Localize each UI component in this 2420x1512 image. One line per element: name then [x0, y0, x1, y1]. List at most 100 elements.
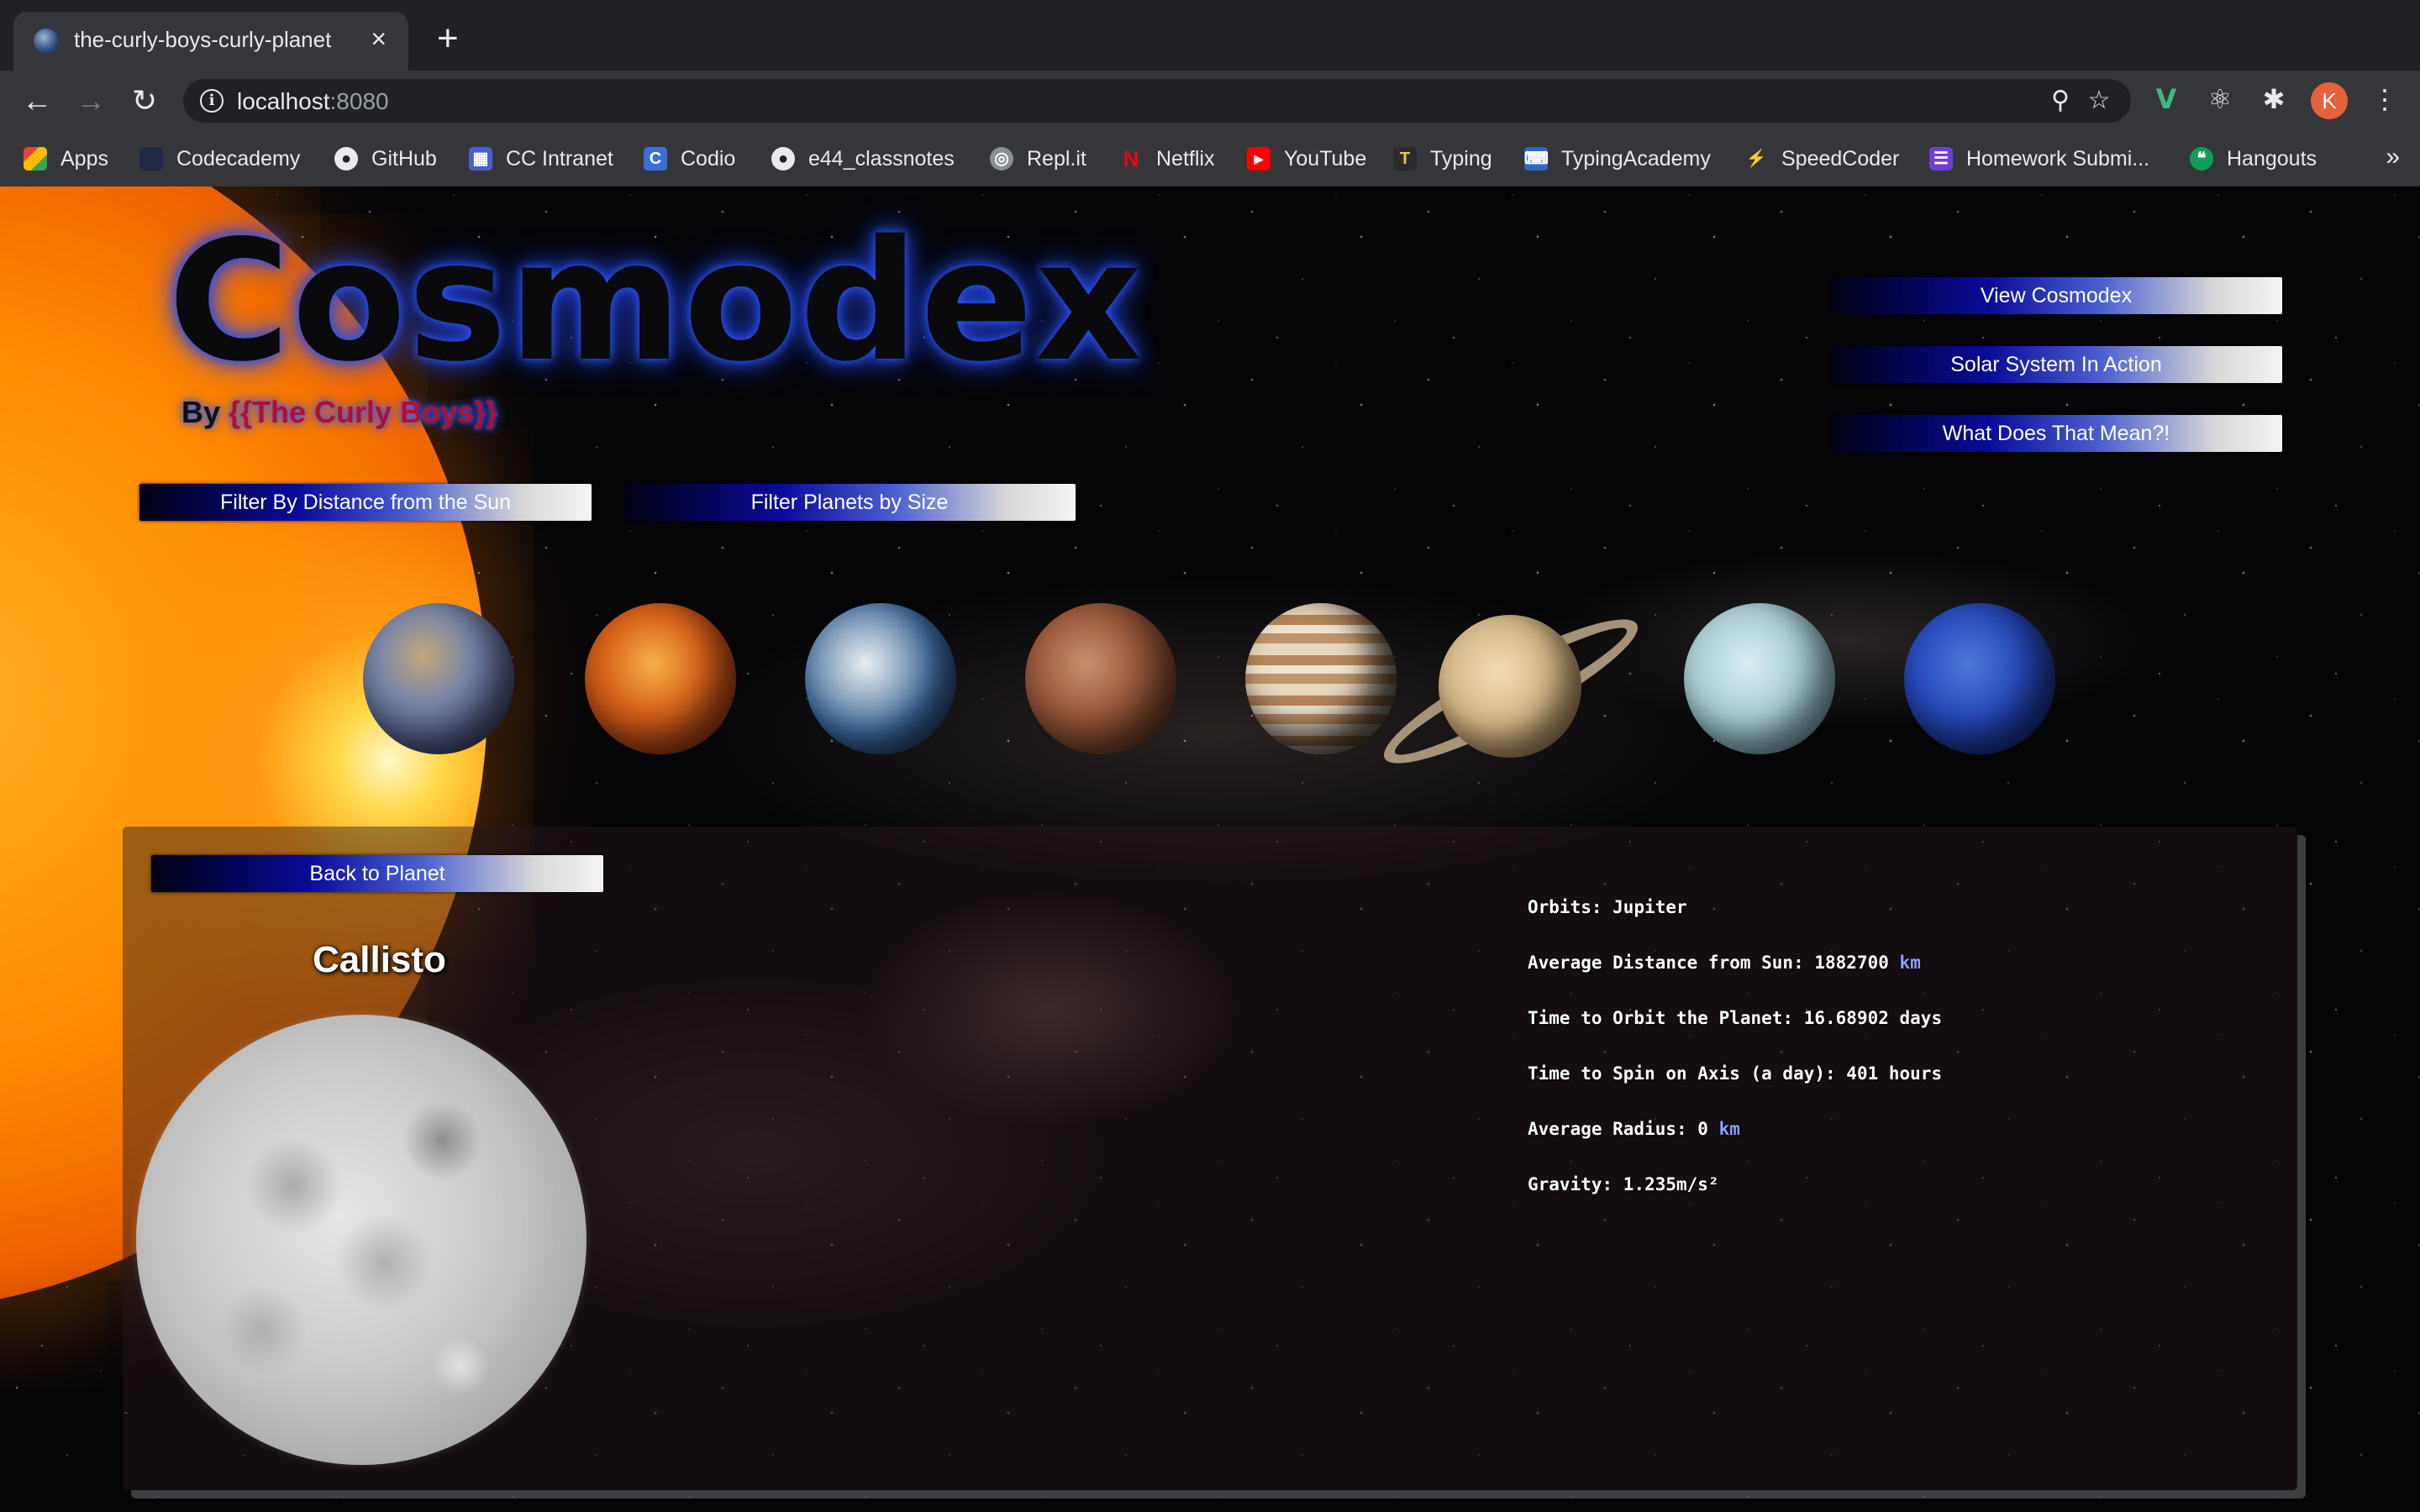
bookmark-youtube[interactable]: ▶ YouTube	[1247, 144, 1366, 173]
bookmark-replit[interactable]: ◎ Repl.it	[990, 144, 1086, 173]
url-host: localhost	[237, 88, 330, 114]
browser-toolbar: ← → ↻ i localhost:8080 ⚲ ☆	[0, 71, 2420, 131]
intranet-icon: ▦	[469, 147, 492, 171]
vue-devtools-icon[interactable]: V	[2149, 82, 2183, 116]
back-to-planet-button[interactable]: Back to Planet	[151, 855, 603, 892]
planet-saturn[interactable]	[1439, 615, 1581, 758]
fact-label: Gravity:	[1528, 1174, 1623, 1194]
bookmark-star-icon[interactable]: ☆	[2084, 86, 2114, 116]
planet-mars[interactable]	[1025, 603, 1176, 754]
bookmark-label: SpeedCoder	[1781, 146, 1900, 171]
bookmark-label: GitHub	[371, 146, 437, 171]
browser-tab[interactable]: the-curly-boys-curly-planet ×	[13, 12, 408, 71]
unit-km: km	[1899, 953, 1921, 973]
bookmark-cc-intranet[interactable]: ▦ CC Intranet	[469, 144, 613, 173]
fact-radius: Average Radius: 0 km	[1528, 1119, 1740, 1139]
github-icon: ●	[771, 147, 795, 171]
bookmark-github[interactable]: ● GitHub	[334, 144, 437, 173]
bookmark-speedcoder[interactable]: ⚡ SpeedCoder	[1744, 144, 1900, 173]
bookmark-label: Homework Submi...	[1966, 146, 2150, 171]
url-text: localhost:8080	[237, 88, 389, 115]
planet-jupiter[interactable]	[1245, 603, 1397, 754]
zoom-icon[interactable]: ⚲	[2045, 86, 2075, 116]
tab-title: the-curly-boys-curly-planet	[74, 27, 332, 52]
fact-label: Average Distance from Sun:	[1528, 953, 1815, 973]
bookmark-label: Codio	[681, 146, 736, 171]
bookmark-hangouts[interactable]: ❝ Hangouts	[2190, 144, 2317, 173]
bookmark-label: Repl.it	[1027, 146, 1086, 171]
app-logo-title: Cosmodex	[168, 204, 1144, 398]
address-bar[interactable]: i localhost:8080 ⚲ ☆	[183, 79, 2131, 123]
fact-value: 401 hours	[1846, 1063, 1943, 1084]
reload-icon[interactable]: ↻	[126, 82, 163, 119]
unit-km: km	[1718, 1119, 1740, 1139]
bookmark-label: Apps	[60, 146, 108, 171]
globe-favicon-icon	[34, 29, 59, 54]
fact-value: 16.68902 days	[1803, 1008, 1943, 1028]
typing-icon: T	[1393, 147, 1417, 171]
bookmark-codecademy[interactable]: Codecademy	[139, 144, 300, 173]
browser-menu-icon[interactable]: ⋮	[2368, 82, 2402, 116]
bookmarks-bar: Apps Codecademy ● GitHub ▦ CC Intranet C…	[0, 131, 2420, 187]
fact-orbit-time: Time to Orbit the Planet: 16.68902 days	[1528, 1008, 1942, 1028]
bookmark-label: Typing	[1430, 146, 1492, 171]
fact-gravity: Gravity: 1.235m/s²	[1528, 1174, 1719, 1194]
speedcoder-icon: ⚡	[1745, 150, 1767, 168]
bookmark-e44-classnotes[interactable]: ● e44_classnotes	[771, 144, 955, 173]
fact-value: 1.235m/s²	[1623, 1174, 1719, 1194]
moon-name: Callisto	[313, 939, 446, 980]
bookmark-label: e44_classnotes	[808, 146, 955, 171]
netflix-icon: N	[1123, 146, 1139, 171]
fact-orbits: Orbits: Jupiter	[1528, 897, 1687, 917]
planet-mercury[interactable]	[363, 603, 514, 754]
bookmark-label: YouTube	[1284, 146, 1367, 171]
forward-arrow-icon[interactable]: →	[72, 82, 109, 119]
planet-earth[interactable]	[805, 603, 956, 754]
bookmark-codio[interactable]: C Codio	[644, 144, 735, 173]
profile-avatar[interactable]: K	[2311, 82, 2348, 119]
browser-tab-strip: the-curly-boys-curly-planet × +	[0, 0, 2420, 71]
bookmark-homework[interactable]: ☰ Homework Submi...	[1929, 144, 2149, 173]
more-bookmarks-icon[interactable]: »	[2386, 143, 2400, 171]
github-icon: ●	[334, 147, 358, 171]
back-arrow-icon[interactable]: ←	[18, 82, 55, 119]
fact-label: Orbits:	[1528, 897, 1613, 917]
filter-by-distance-button[interactable]: Filter By Distance from the Sun	[139, 484, 592, 521]
bookmark-netflix[interactable]: N Netflix	[1119, 144, 1215, 173]
replit-icon: ◎	[990, 147, 1013, 171]
view-cosmodex-button[interactable]: View Cosmodex	[1830, 277, 2282, 314]
fact-label: Time to Spin on Axis (a day):	[1528, 1063, 1847, 1084]
hangouts-icon: ❝	[2190, 147, 2213, 171]
solar-system-in-action-button[interactable]: Solar System In Action	[1830, 346, 2282, 383]
filter-by-size-button[interactable]: Filter Planets by Size	[623, 484, 1076, 521]
bookmark-typing[interactable]: T Typing	[1393, 144, 1492, 173]
subtitle-accent: {{The Curly Boys}}	[229, 395, 498, 429]
apps-grid-icon	[24, 147, 47, 171]
new-tab-icon[interactable]: +	[437, 20, 459, 57]
bookmark-label: CC Intranet	[506, 146, 613, 171]
fact-label: Average Radius:	[1528, 1119, 1698, 1139]
youtube-icon: ▶	[1247, 147, 1270, 171]
codio-icon: C	[644, 147, 667, 171]
planet-venus[interactable]	[585, 603, 736, 754]
app-logo-subtitle: By {{The Curly Boys}}	[182, 395, 497, 430]
fact-spin-time: Time to Spin on Axis (a day): 401 hours	[1528, 1063, 1942, 1084]
fact-label: Time to Orbit the Planet:	[1528, 1008, 1804, 1028]
extensions-puzzle-icon[interactable]: ✱	[2257, 82, 2291, 116]
bookmark-label: TypingAcademy	[1561, 146, 1711, 171]
url-port: :8080	[329, 88, 389, 114]
bookmark-typingacademy[interactable]: ⌨ TypingAcademy	[1524, 144, 1711, 173]
fact-value: 1882700	[1814, 953, 1889, 973]
close-tab-icon[interactable]: ×	[371, 24, 387, 54]
bookmark-apps[interactable]: Apps	[24, 144, 108, 173]
planet-neptune[interactable]	[1904, 603, 2055, 754]
fact-distance: Average Distance from Sun: 1882700 km	[1528, 953, 1921, 973]
planet-uranus[interactable]	[1684, 603, 1835, 754]
homework-icon: ☰	[1929, 147, 1953, 171]
bookmark-label: Netflix	[1156, 146, 1215, 171]
what-does-that-mean-button[interactable]: What Does That Mean?!	[1830, 415, 2282, 452]
bookmark-label: Hangouts	[2227, 146, 2317, 171]
react-devtools-icon[interactable]: ⚛	[2203, 82, 2237, 116]
fact-value: Jupiter	[1612, 897, 1687, 917]
site-info-icon[interactable]: i	[200, 89, 224, 113]
